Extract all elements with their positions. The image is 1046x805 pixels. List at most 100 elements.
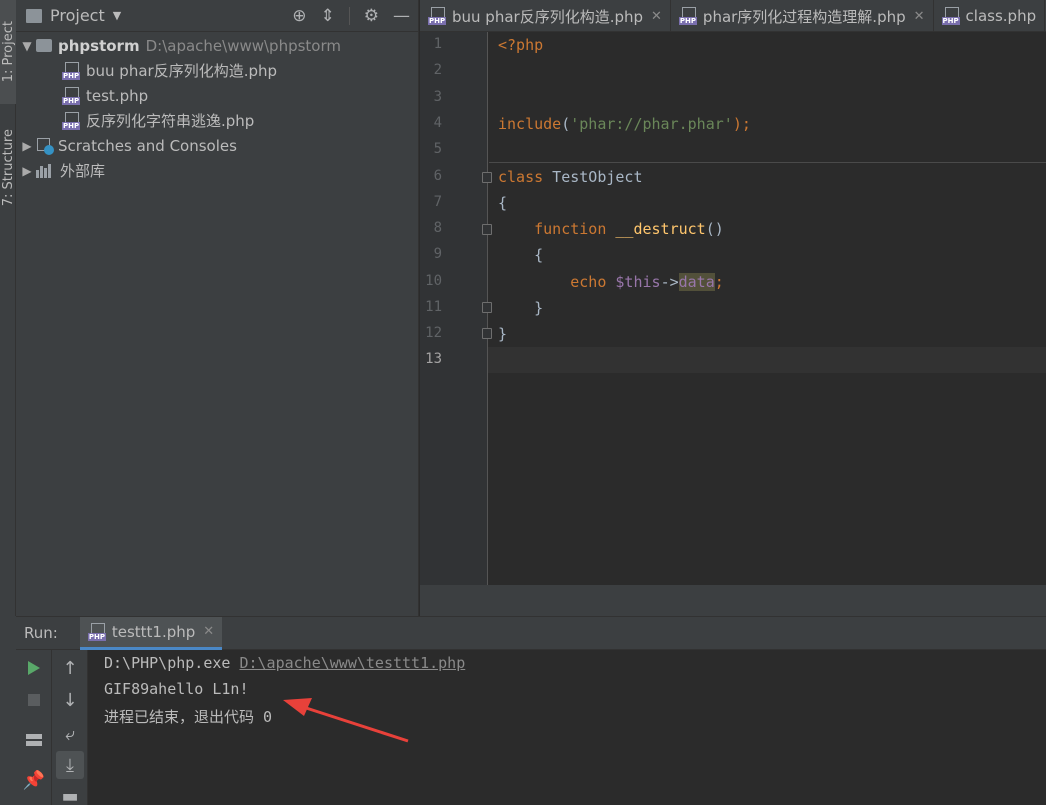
php-open-tag: <?php (498, 36, 544, 54)
console-command-line: D:\PHP\php.exe D:\apache\www\testtt1.php (104, 654, 465, 672)
line-number: 11 (425, 299, 442, 315)
project-folder-icon (26, 8, 42, 23)
brace: { (534, 246, 544, 264)
run-console[interactable]: D:\PHP\php.exe D:\apache\www\testtt1.php… (88, 650, 1046, 805)
left-tool-strip: 1: Project 7: Structure (0, 0, 16, 616)
external-libraries-label: 外部库 (60, 162, 106, 180)
gear-icon[interactable]: ⚙ (364, 6, 379, 26)
code-line-6: class TestObject (498, 168, 643, 186)
tree-external-libraries[interactable]: ▶ 外部库 (18, 158, 105, 183)
close-icon[interactable]: ✕ (914, 9, 925, 24)
editor-tab[interactable]: buu phar反序列化构造.php ✕ (420, 0, 671, 31)
project-tool-tab[interactable]: 1: Project (0, 0, 16, 104)
tree-file-item[interactable]: test.php (62, 83, 148, 108)
line-number: 1 (433, 36, 442, 52)
method-separator (489, 162, 1046, 163)
pin-icon: 📌 (22, 769, 46, 791)
run-left-strip (0, 616, 16, 805)
close-icon[interactable]: ✕ (203, 624, 214, 639)
code-line-12: } (498, 325, 507, 343)
toolbar-divider (348, 7, 350, 25)
expand-right-icon[interactable]: ▶ (18, 139, 36, 153)
fold-marker-icon[interactable] (482, 224, 492, 235)
project-panel-header: Project ▼ ⊕ ⇕ ⚙ — (16, 0, 418, 32)
collapse-all-icon[interactable]: ⇕ (321, 6, 335, 26)
property-highlighted: data (678, 273, 715, 291)
editor-tab-bar: buu phar反序列化构造.php ✕ phar序列化过程构造理解.php ✕… (420, 0, 1046, 32)
line-number: 2 (433, 62, 442, 78)
arrow-up-icon: ↑ (62, 657, 78, 679)
scroll-to-end-icon: ⤓ (66, 754, 74, 776)
include-path-string: 'phar://phar.phar' (570, 115, 733, 133)
rerun-button[interactable] (16, 654, 52, 682)
brace: } (534, 299, 544, 317)
run-tab[interactable]: testtt1.php ✕ (79, 616, 223, 650)
tree-file-item[interactable]: buu phar反序列化构造.php (62, 58, 277, 83)
chevron-down-icon[interactable]: ▼ (113, 9, 121, 22)
scratches-label: Scratches and Consoles (58, 136, 237, 155)
line-number: 4 (433, 115, 442, 131)
class-keyword: class (498, 168, 544, 186)
console-output-line: GIF89ahello L1n! (104, 680, 249, 698)
code-line-8: function __destruct() (498, 220, 724, 238)
root-folder-path: D:\apache\www\phpstorm (145, 36, 341, 55)
structure-tool-tab[interactable]: 7: Structure (0, 118, 16, 218)
scroll-to-end-button[interactable]: ⤓ (56, 751, 84, 779)
run-panel-header: Run: testtt1.php ✕ (16, 616, 1046, 650)
tree-file-label: buu phar反序列化构造.php (86, 62, 278, 80)
hide-icon[interactable]: — (393, 6, 410, 26)
tree-root-phpstorm[interactable]: ▼ phpstorm D:\apache\www\phpstorm (18, 33, 341, 58)
scroll-up-button[interactable]: ↑ (52, 654, 88, 682)
expand-down-icon[interactable]: ▼ (18, 39, 36, 53)
print-button[interactable]: ▬ (52, 782, 88, 805)
locate-icon[interactable]: ⊕ (292, 6, 306, 26)
folder-icon (36, 39, 52, 52)
php-file-icon (62, 61, 82, 80)
soft-wrap-button[interactable]: ⤶ (52, 720, 88, 748)
expand-right-icon[interactable]: ▶ (18, 164, 36, 178)
fold-marker-icon[interactable] (482, 172, 492, 183)
soft-wrap-icon: ⤶ (64, 723, 76, 745)
php-file-icon (62, 111, 82, 130)
php-file-icon (62, 86, 82, 105)
script-path-link[interactable]: D:\apache\www\testtt1.php (239, 654, 465, 672)
run-toolbar-secondary: ↑ ↓ ⤶ ⤓ ▬ (52, 650, 88, 805)
arrow-down-icon: ↓ (62, 689, 78, 711)
editor-tab[interactable]: phar序列化过程构造理解.php ✕ (671, 0, 934, 31)
this-variable: $this (615, 273, 661, 291)
php-exe-path: D:\PHP\php.exe (104, 654, 240, 672)
tree-scratches[interactable]: ▶ Scratches and Consoles (18, 133, 237, 158)
project-tool-tab-label: 1: Project (0, 21, 16, 83)
class-name: TestObject (543, 168, 643, 186)
stop-button[interactable] (16, 686, 52, 714)
scroll-down-button[interactable]: ↓ (52, 686, 88, 714)
editor-tab-label: buu phar反序列化构造.php (452, 7, 644, 26)
code-line-10: echo $this->data; (498, 273, 724, 291)
line-number: 5 (433, 141, 442, 157)
tree-file-item[interactable]: 反序列化字符串逃逸.php (62, 108, 254, 133)
close-icon[interactable]: ✕ (651, 9, 662, 24)
structure-tool-tab-label: 7: Structure (0, 129, 16, 207)
line-number: 9 (433, 246, 442, 262)
project-panel: Project ▼ ⊕ ⇕ ⚙ — ▼ phpstorm D:\apache\w… (16, 0, 419, 616)
line-number: 3 (433, 89, 442, 105)
line-number-current: 13 (425, 351, 442, 367)
code-editor[interactable]: 1 2 3 4 5 6 7 8 9 10 11 12 13 <?php incl… (420, 32, 1046, 585)
line-number: 10 (425, 273, 442, 289)
project-header-tools: ⊕ ⇕ ⚙ — (292, 0, 410, 32)
fold-marker-icon[interactable] (482, 302, 492, 313)
layout-button[interactable] (16, 726, 52, 754)
project-view-selector[interactable]: Project (50, 6, 105, 25)
pin-button[interactable]: 📌 (16, 766, 52, 794)
fold-marker-icon[interactable] (482, 328, 492, 339)
line-number: 7 (433, 194, 442, 210)
object-operator: -> (660, 273, 679, 291)
scratches-icon (36, 137, 54, 155)
line-number: 8 (433, 220, 442, 236)
editor-tab[interactable]: class.php (934, 0, 1046, 31)
layout-icon (26, 734, 42, 746)
php-file-icon (678, 7, 699, 25)
line-number: 6 (433, 168, 442, 184)
play-icon (28, 661, 40, 675)
code-line-7: { (498, 194, 507, 212)
